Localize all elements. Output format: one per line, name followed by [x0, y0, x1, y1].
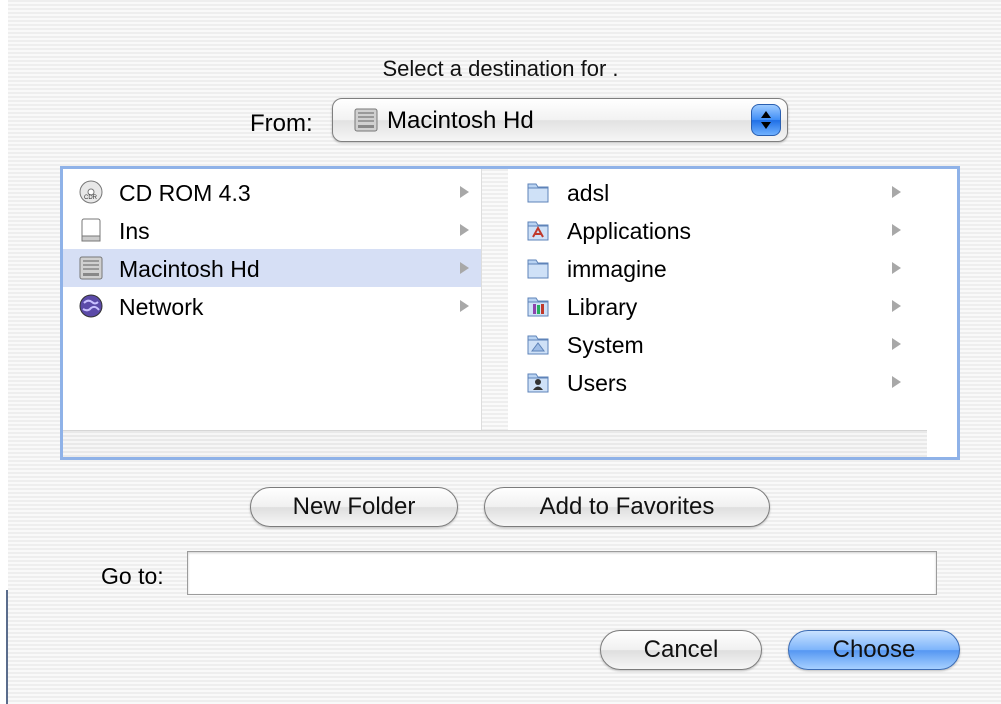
dialog-prompt: Select a destination for . — [382, 56, 619, 81]
list-item-cd-rom[interactable]: CDR CD ROM 4.3 — [63, 173, 481, 211]
disclosure-arrow-icon — [892, 300, 901, 312]
goto-input[interactable] — [187, 551, 937, 595]
svg-text:CDR: CDR — [84, 195, 98, 201]
column-browser[interactable]: CDR CD ROM 4.3 Ins Macintosh Hd Network — [60, 166, 960, 460]
from-popup-value: Macintosh Hd — [387, 107, 534, 134]
list-item-label: immagine — [567, 256, 667, 282]
applications-folder-icon — [525, 217, 551, 243]
browser-column-volumes[interactable]: CDR CD ROM 4.3 Ins Macintosh Hd Network — [63, 169, 481, 431]
new-folder-button[interactable]: New Folder — [250, 487, 458, 527]
window-left-edge-shadow — [6, 590, 8, 704]
disclosure-arrow-icon — [892, 338, 901, 350]
list-item-ins[interactable]: Ins — [63, 211, 481, 249]
hard-drive-icon — [353, 107, 379, 138]
list-item-users[interactable]: Users — [507, 363, 927, 401]
from-label: From: — [250, 110, 313, 137]
list-item-label: Users — [567, 370, 628, 396]
choose-button[interactable]: Choose — [788, 630, 960, 670]
disclosure-arrow-icon — [892, 186, 901, 198]
vertical-scrollbar[interactable] — [927, 169, 957, 431]
list-item-library[interactable]: Library — [507, 287, 927, 325]
list-item-adsl[interactable]: adsl — [507, 173, 927, 211]
cancel-button[interactable]: Cancel — [600, 630, 762, 670]
disclosure-arrow-icon — [892, 262, 901, 274]
list-item-label: Ins — [119, 218, 150, 244]
list-item-label: Network — [119, 294, 204, 320]
cd-rom-icon: CDR — [78, 179, 104, 205]
list-item-macintosh-hd[interactable]: Macintosh Hd — [63, 249, 481, 287]
list-item-immagine[interactable]: immagine — [507, 249, 927, 287]
disclosure-arrow-icon — [460, 300, 469, 312]
network-globe-icon — [78, 293, 104, 319]
disclosure-arrow-icon — [892, 376, 901, 388]
disk-icon — [78, 217, 104, 243]
library-folder-icon — [525, 293, 551, 319]
disclosure-arrow-icon — [892, 224, 901, 236]
folder-icon — [525, 179, 551, 205]
goto-label: Go to: — [101, 563, 164, 589]
list-item-label: Applications — [567, 218, 692, 244]
disclosure-arrow-icon — [460, 262, 469, 274]
browser-column-contents[interactable]: adsl Applications immagine Library Syste… — [507, 169, 927, 431]
list-item-applications[interactable]: Applications — [507, 211, 927, 249]
column-divider[interactable] — [481, 169, 508, 431]
list-item-system[interactable]: System — [507, 325, 927, 363]
disclosure-arrow-icon — [460, 224, 469, 236]
users-folder-icon — [525, 369, 551, 395]
folder-icon — [525, 255, 551, 281]
list-item-label: Macintosh Hd — [119, 256, 260, 282]
disclosure-arrow-icon — [460, 186, 469, 198]
from-popup-menu[interactable]: Macintosh Hd — [332, 98, 788, 142]
horizontal-scrollbar[interactable] — [63, 430, 927, 457]
add-to-favorites-button[interactable]: Add to Favorites — [484, 487, 770, 527]
hard-drive-icon — [78, 255, 104, 281]
list-item-label: Library — [567, 294, 638, 320]
popup-arrows-icon[interactable] — [751, 104, 781, 136]
list-item-label: System — [567, 332, 644, 358]
list-item-label: adsl — [567, 180, 610, 206]
system-folder-icon — [525, 331, 551, 357]
list-item-label: CD ROM 4.3 — [119, 180, 251, 206]
list-item-network[interactable]: Network — [63, 287, 481, 325]
